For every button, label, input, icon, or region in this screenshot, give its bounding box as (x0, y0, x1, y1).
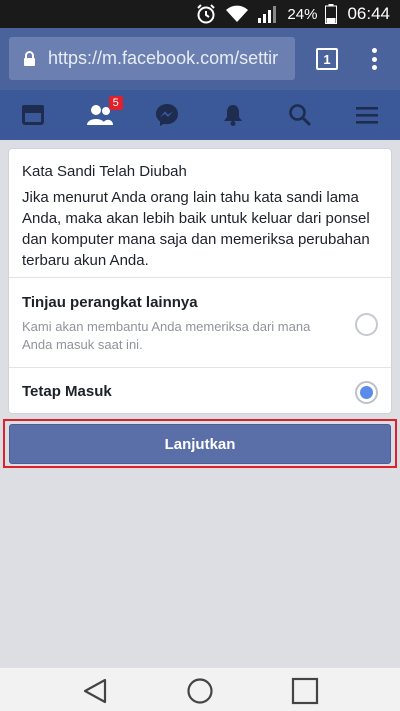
home-button[interactable] (185, 676, 215, 706)
alarm-icon (197, 4, 216, 24)
back-button[interactable] (80, 676, 110, 706)
notifications-icon (224, 105, 243, 126)
password-changed-card: Kata Sandi Telah Diubah Jika menurut And… (8, 148, 392, 414)
recent-apps-icon (291, 677, 319, 705)
divider (9, 277, 391, 278)
option-title: Tetap Masuk (22, 383, 112, 400)
address-bar[interactable]: https://m.facebook.com/settir (9, 37, 295, 80)
search-tab[interactable] (267, 90, 334, 140)
continue-button[interactable]: Lanjutkan (9, 424, 391, 464)
main-menu-tab[interactable] (333, 90, 400, 140)
recent-apps-button[interactable] (290, 676, 320, 706)
home-icon (187, 678, 213, 704)
facebook-nav-bar: 5 (0, 90, 400, 140)
status-bar: 24% 06:44 (0, 0, 400, 28)
android-nav-bar (0, 667, 400, 711)
search-icon (289, 104, 312, 127)
clock: 06:44 (347, 4, 390, 23)
browser-toolbar: https://m.facebook.com/settir 1 (0, 28, 400, 90)
menu-icon (355, 107, 378, 124)
messenger-tab[interactable] (133, 90, 200, 140)
option-title: Tinjau perangkat lainnya (22, 294, 198, 311)
overflow-menu-icon[interactable] (364, 45, 384, 73)
news-feed-tab[interactable] (0, 90, 67, 140)
signal-icon (258, 6, 277, 23)
battery-percent: 24% (287, 5, 318, 23)
divider (9, 367, 391, 368)
card-title: Kata Sandi Telah Diubah (22, 163, 187, 180)
option-subtitle: Kami akan membantu Anda memeriksa dari m… (22, 319, 311, 352)
stay-logged-in-radio[interactable] (355, 381, 378, 404)
lock-icon (24, 50, 35, 66)
news-feed-icon (22, 105, 45, 125)
wifi-icon (226, 5, 249, 22)
review-devices-radio[interactable] (355, 313, 378, 336)
notifications-tab[interactable] (200, 90, 267, 140)
friend-requests-tab[interactable]: 5 (67, 90, 134, 140)
messenger-icon (155, 104, 178, 126)
back-icon (83, 678, 107, 704)
url-text: https://m.facebook.com/settir (48, 48, 279, 68)
card-description: Jika menurut Anda orang lain tahu kata s… (22, 189, 370, 269)
tabs-button[interactable]: 1 (316, 48, 338, 70)
friend-requests-badge: 5 (108, 96, 123, 110)
battery-icon (325, 4, 338, 24)
